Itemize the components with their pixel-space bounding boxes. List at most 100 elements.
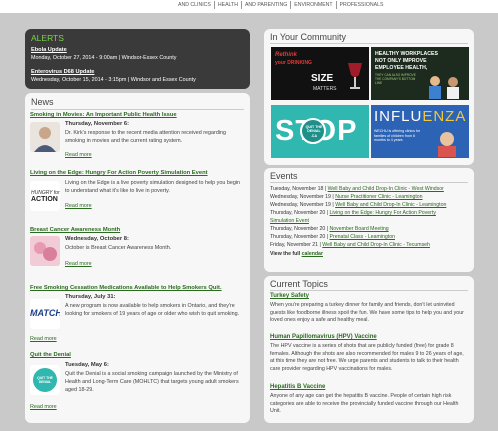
topic-body-hepatitis: Anyone of any age can get the hepatitis …	[270, 393, 459, 415]
events-divider	[270, 182, 468, 183]
news-body-quit-denial: Quit the Denial is a social smoking camp…	[65, 371, 239, 393]
event-link[interactable]: Well Baby and Child Drop-In Clinic - Wes…	[328, 186, 444, 192]
news-date-breast-cancer: Wednesday, October 8:	[65, 236, 129, 242]
event-link[interactable]: Prenatal Class - Leamington	[330, 234, 395, 240]
hungry-for-action-logo[interactable]: HUNGRY for ACTION	[30, 181, 60, 211]
news-body-smoking-movies: Dr. Kirk's response to the recent media …	[65, 130, 227, 144]
action-logo-text: ACTION	[31, 196, 58, 203]
influenza-text-part1: INFLU	[374, 108, 423, 125]
match-logo-text: MATCH	[30, 308, 60, 318]
news-title-quit-denial[interactable]: Quit the Denial	[30, 352, 71, 358]
read-more-link[interactable]: Read more	[65, 261, 92, 267]
alert-date-ebola: Monday, October 27, 2014 - 9:00am | Wind…	[31, 55, 177, 61]
news-title-smoking-cessation[interactable]: Free Smoking Cessation Medications Avail…	[30, 285, 222, 291]
event-link[interactable]: Well Baby and Child Drop-In Clinic - Tec…	[322, 242, 430, 248]
quit-denial-badge-text: QUIT THE DENIAL	[37, 376, 53, 384]
news-date-quit-denial: Tuesday, May 6:	[65, 362, 109, 368]
event-date: Thursday, November 20 |	[270, 226, 329, 232]
read-more-link[interactable]: Read more	[30, 336, 57, 342]
news-divider	[31, 109, 244, 110]
alert-link-enterovirus[interactable]: Enterovirus D68 Update	[31, 69, 94, 75]
workplaces-line1: HEALTHY WORKPLACES	[375, 51, 438, 57]
influenza-text-part2: ENZA	[422, 108, 467, 125]
news-date-smoking-cessation: Thursday, July 31:	[65, 294, 116, 300]
event-item: Thursday, November 20 | Living on the Ed…	[270, 210, 436, 216]
matters-text: MATTERS	[313, 86, 337, 92]
size-text: SIZE	[311, 73, 334, 84]
topic-title-turkey[interactable]: Turkey Safety	[270, 293, 309, 299]
alerts-heading: ALERTS	[31, 33, 64, 43]
event-date: Thursday, November 20 |	[270, 210, 329, 216]
event-item: Thursday, November 20 | November Board M…	[270, 226, 389, 232]
influenza-caption: WECHU is offering clinics for families o…	[374, 129, 421, 143]
view-full-label: View the full	[270, 251, 301, 257]
rethink-text: Rethink	[275, 52, 298, 58]
stop-quit-denial-banner[interactable]: STOP QUIT THE DENIAL .CA	[271, 105, 369, 158]
news-date-smoking-movies: Thursday, November 6:	[65, 121, 129, 127]
quit-denial-badge-icon: QUIT THE DENIAL .CA	[300, 118, 326, 144]
events-heading: Events	[270, 171, 298, 181]
alert-link-ebola[interactable]: Ebola Update	[31, 47, 67, 53]
quit-denial-thumbnail[interactable]: QUIT THE DENIAL	[30, 365, 60, 395]
event-link-continued[interactable]: Simulation Event	[270, 218, 309, 224]
healthy-workplaces-banner[interactable]: HEALTHY WORKPLACES NOT ONLY IMPROVE EMPL…	[371, 47, 469, 100]
community-panel: In Your Community Rethink your DRINKING …	[264, 29, 474, 165]
nav-item-professionals[interactable]: PROFESSIONALS	[335, 1, 387, 9]
topics-heading: Current Topics	[270, 279, 328, 289]
topics-panel: Current Topics Turkey Safety When you're…	[264, 276, 474, 423]
wine-glass-icon	[348, 63, 362, 89]
event-date: Wednesday, November 19 |	[270, 202, 334, 208]
event-item: Friday, November 21 | Well Baby and Chil…	[270, 242, 430, 248]
event-date: Thursday, November 20 |	[270, 234, 329, 240]
alerts-panel: ALERTS Ebola Update Monday, October 27, …	[25, 29, 250, 89]
smoking-movies-thumbnail[interactable]	[30, 122, 60, 152]
drinking-text: your DRINKING	[275, 60, 312, 66]
pink-ribbon-icon	[30, 236, 60, 266]
news-body-living-edge: Living on the Edge is a live poverty sim…	[65, 180, 241, 194]
event-link[interactable]: Living on the Edge: Hungry For Action Po…	[330, 210, 436, 216]
news-title-breast-cancer[interactable]: Breast Cancer Awareness Month	[30, 227, 120, 233]
match-logo[interactable]: MATCH	[30, 299, 60, 329]
nav-item-clinics[interactable]: AND CLINICS	[175, 1, 214, 9]
nav-item-parenting[interactable]: AND PARENTING	[240, 1, 290, 9]
topic-title-hepatitis[interactable]: Hepatitis B Vaccine	[270, 384, 325, 390]
stop-badge-text: QUIT THE DENIAL .CA	[305, 125, 323, 138]
workers-illustration-icon	[429, 76, 459, 99]
news-title-smoking-movies[interactable]: Smoking in Movies: An Important Public H…	[30, 112, 177, 118]
event-item: Tuesday, November 18 | Well Baby and Chi…	[270, 186, 444, 192]
event-item: Thursday, November 20 | Prenatal Class -…	[270, 234, 395, 240]
view-calendar: View the full calendar	[270, 251, 323, 257]
rethink-drinking-banner[interactable]: Rethink your DRINKING SIZE MATTERS	[271, 47, 369, 100]
read-more-link[interactable]: Read more	[65, 203, 92, 209]
event-date: Tuesday, November 18 |	[270, 186, 327, 192]
event-link[interactable]: Well Baby and Child Drop-In Clinic - Lea…	[335, 202, 446, 208]
event-date: Friday, November 21 |	[270, 242, 321, 248]
nav-item-health[interactable]: HEALTH	[213, 1, 241, 9]
topics-divider	[270, 290, 468, 291]
workplaces-line4: THEY CAN ALSO IMPROVE THE COMPANY'S BOTT…	[375, 73, 416, 85]
breast-cancer-thumbnail[interactable]	[30, 236, 60, 266]
influenza-clinic-banner[interactable]: INFLUENZA WECHU is offering clinics for …	[371, 105, 469, 158]
calendar-link[interactable]: calendar	[302, 251, 323, 257]
nav-item-environment[interactable]: ENVIRONMENT	[290, 1, 335, 9]
top-navigation: AND CLINICS HEALTH AND PARENTING ENVIRON…	[0, 0, 498, 13]
news-panel: News Smoking in Movies: An Important Pub…	[25, 93, 250, 423]
news-body-breast-cancer: October is Breast Cancer Awareness Month…	[65, 245, 172, 251]
community-heading: In Your Community	[270, 32, 347, 42]
events-panel: Events Tuesday, November 18 | Well Baby …	[264, 168, 474, 272]
news-title-living-edge[interactable]: Living on the Edge: Hungry For Action Po…	[30, 170, 208, 176]
workplaces-line3: EMPLOYEE HEALTH,	[375, 65, 428, 71]
read-more-link[interactable]: Read more	[65, 152, 92, 158]
news-body-smoking-cessation: A new program is now available to help s…	[65, 303, 240, 317]
influenza-text: INFLUENZA	[374, 108, 466, 125]
event-item: Wednesday, November 19 | Nurse Practitio…	[270, 194, 423, 200]
event-item: Simulation Event	[270, 218, 309, 224]
event-link[interactable]: Nurse Practitioner Clinic - Leamington	[335, 194, 422, 200]
topic-body-hpv: The HPV vaccine is a series of shots tha…	[270, 343, 464, 372]
topic-title-hpv[interactable]: Human Papillomavirus (HPV) Vaccine	[270, 334, 377, 340]
man-portrait-icon	[30, 122, 60, 152]
read-more-link[interactable]: Read more	[30, 404, 57, 410]
event-link[interactable]: November Board Meeting	[330, 226, 389, 232]
child-photo-icon	[438, 132, 456, 157]
news-heading: News	[31, 97, 54, 107]
